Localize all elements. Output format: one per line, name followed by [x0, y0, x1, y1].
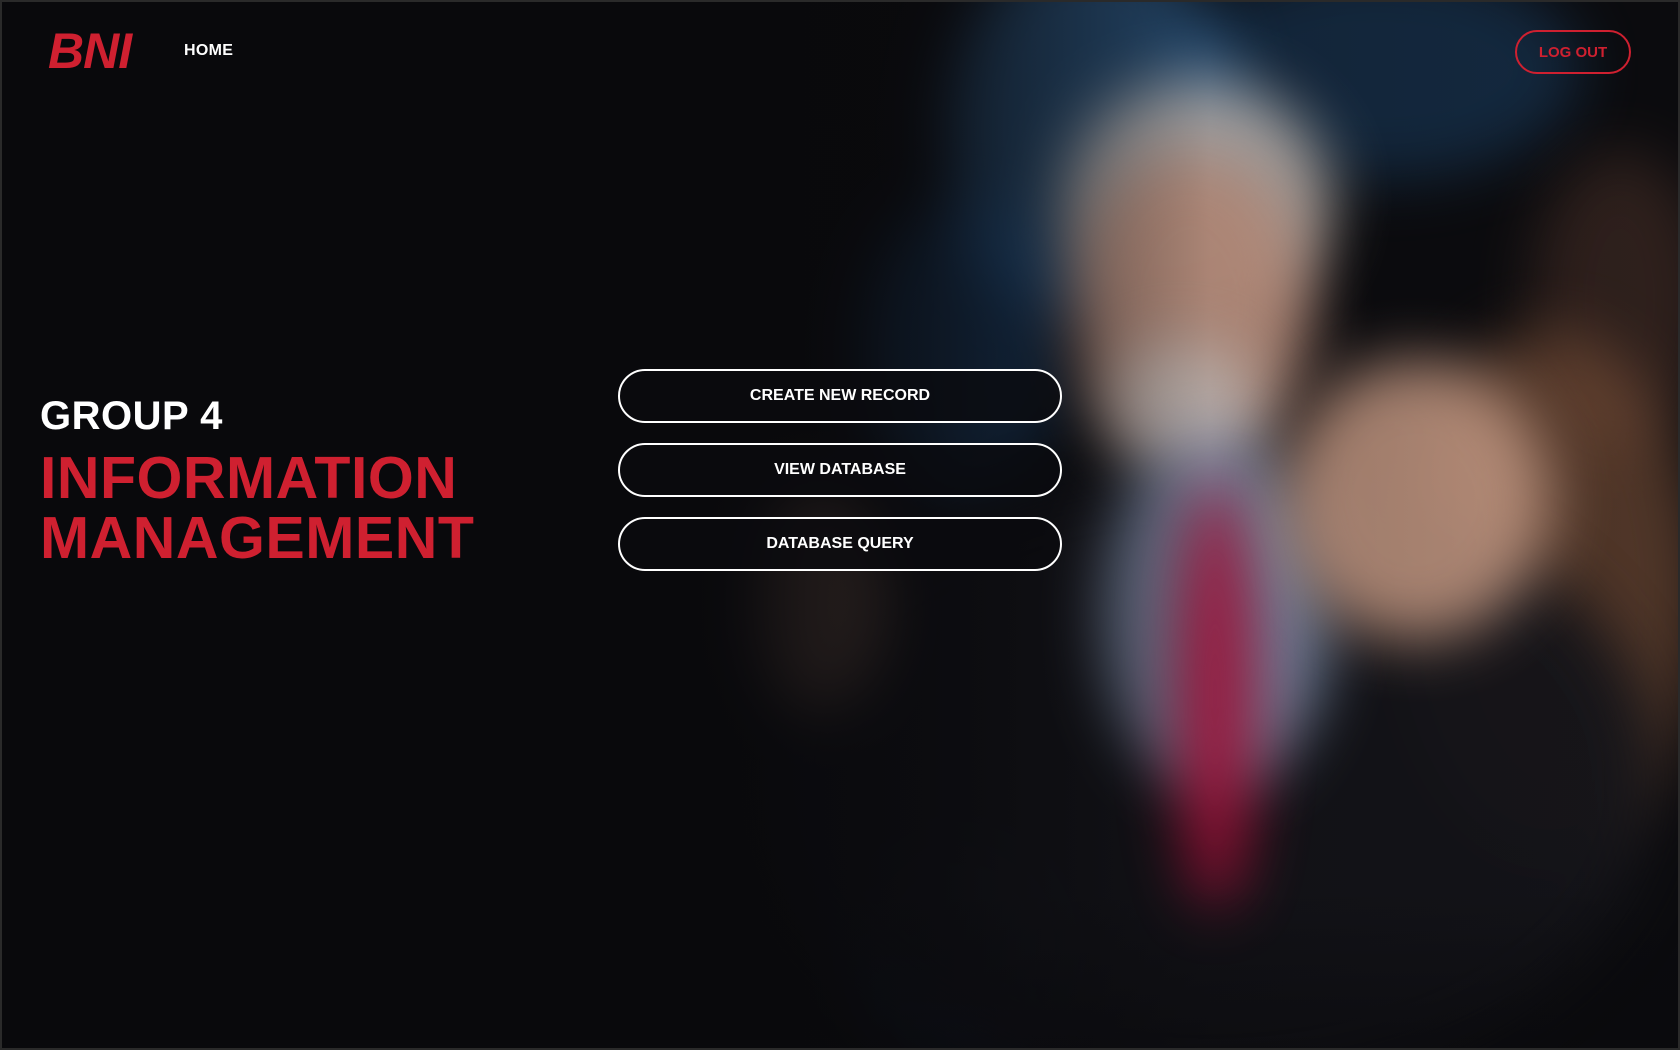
group-label: GROUP 4 — [40, 394, 223, 438]
nav-home-link[interactable]: HOME — [184, 42, 233, 60]
system-title-line-1: INFORMATION — [40, 445, 458, 511]
action-menu: CREATE NEW RECORD VIEW DATABASE DATABASE… — [618, 369, 1062, 591]
hero-title-block: GROUP 4 INFORMATION MANAGEMENT — [40, 392, 474, 568]
database-query-button[interactable]: DATABASE QUERY — [618, 517, 1062, 571]
bni-logo[interactable]: BNI — [48, 26, 132, 76]
create-new-record-button[interactable]: CREATE NEW RECORD — [618, 369, 1062, 423]
logout-button[interactable]: LOG OUT — [1515, 30, 1631, 74]
system-title-line-2: MANAGEMENT — [40, 505, 475, 571]
top-navigation-bar: BNI HOME LOG OUT — [0, 0, 1680, 104]
system-title: INFORMATION MANAGEMENT — [40, 448, 474, 568]
view-database-button[interactable]: VIEW DATABASE — [618, 443, 1062, 497]
